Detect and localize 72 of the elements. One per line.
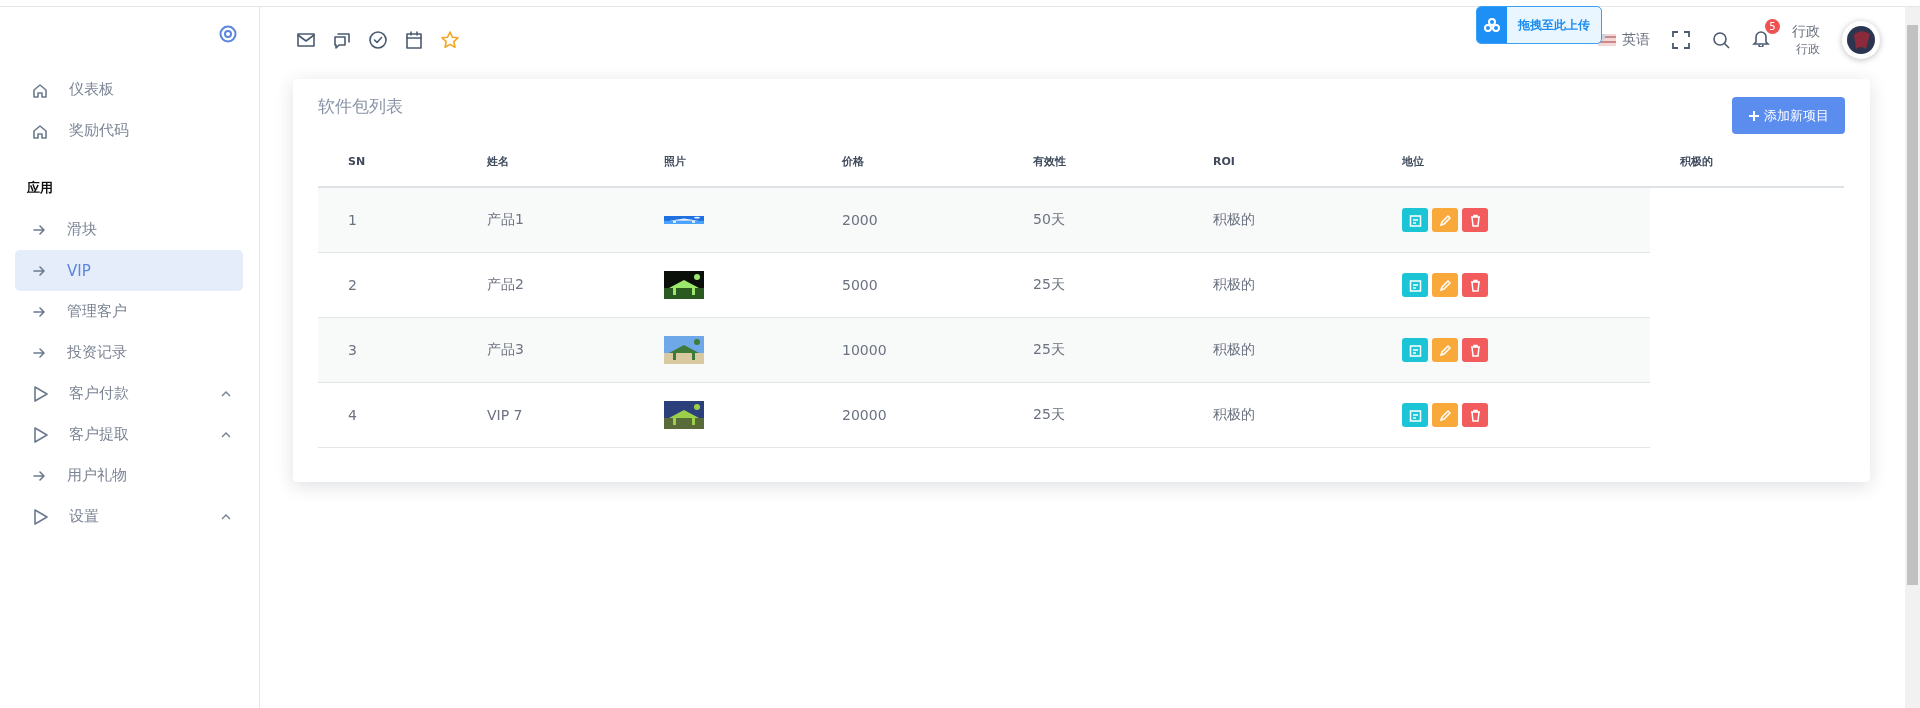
check-circle-icon[interactable] xyxy=(368,30,388,50)
sidebar-item[interactable]: 客户提取 xyxy=(15,414,243,455)
edit-button[interactable] xyxy=(1432,338,1458,362)
add-button[interactable]: 添加新项目 xyxy=(1732,97,1845,134)
table-cell: 产品1 xyxy=(457,188,634,253)
edit-button[interactable] xyxy=(1432,273,1458,297)
table-cell: 10000 xyxy=(812,318,1003,383)
trash-icon xyxy=(1468,213,1482,227)
table-cell: 积极的 xyxy=(1183,188,1372,253)
table-cell: 3 xyxy=(318,318,457,383)
play-icon xyxy=(31,384,49,403)
calendar-icon xyxy=(1408,278,1422,292)
sidebar-item[interactable]: 管理客户 xyxy=(15,291,243,332)
trash-icon xyxy=(1468,408,1482,422)
delete-button[interactable] xyxy=(1462,338,1488,362)
view-button[interactable] xyxy=(1402,273,1428,297)
avatar[interactable] xyxy=(1842,21,1880,59)
plus-icon xyxy=(1748,109,1760,122)
section-heading: 应用 xyxy=(26,179,54,197)
cloud-icon xyxy=(1483,17,1501,33)
star-icon[interactable] xyxy=(440,30,460,50)
calendar-icon[interactable] xyxy=(404,30,424,50)
view-button[interactable] xyxy=(1402,403,1428,427)
sidebar-item[interactable]: 奖励代码 xyxy=(15,110,243,151)
bell-icon[interactable] xyxy=(1752,29,1770,47)
sidebar-item[interactable]: 客户付款 xyxy=(15,373,243,414)
table-cell: 产品3 xyxy=(457,318,634,383)
play-icon xyxy=(31,507,49,526)
sidebar-item[interactable]: VIP xyxy=(15,250,243,291)
chat-icon[interactable] xyxy=(332,30,352,50)
edit-button[interactable] xyxy=(1432,403,1458,427)
user-name: 行政 xyxy=(1792,22,1820,41)
chevron-up-icon xyxy=(221,431,231,438)
sidebar-item[interactable]: 投资记录 xyxy=(15,332,243,373)
delete-button[interactable] xyxy=(1462,208,1488,232)
target-icon[interactable] xyxy=(219,25,237,43)
edit-button[interactable] xyxy=(1432,208,1458,232)
pencil-icon xyxy=(1438,343,1452,357)
view-button[interactable] xyxy=(1402,338,1428,362)
view-button[interactable] xyxy=(1402,208,1428,232)
delete-button[interactable] xyxy=(1462,273,1488,297)
table-cell: 25天 xyxy=(1003,318,1183,383)
table-cell: 50天 xyxy=(1003,188,1183,253)
play-icon xyxy=(31,425,49,444)
table-cell: 1 xyxy=(318,188,457,253)
language-label[interactable]: 英语 xyxy=(1622,31,1650,49)
pencil-icon xyxy=(1438,278,1452,292)
calendar-icon xyxy=(1408,343,1422,357)
sidebar-item[interactable]: 设置 xyxy=(15,496,243,537)
calendar-icon xyxy=(1408,213,1422,227)
chevron-up-icon xyxy=(221,513,231,520)
card-title: 软件包列表 xyxy=(318,95,403,118)
sidebar-item[interactable]: 用户礼物 xyxy=(15,455,243,496)
mail-icon[interactable] xyxy=(296,30,316,50)
user-role: 行政 xyxy=(1796,40,1820,58)
fullscreen-icon[interactable] xyxy=(1672,31,1690,49)
scrollbar[interactable] xyxy=(1905,7,1920,708)
search-icon[interactable] xyxy=(1712,31,1730,49)
sidebar-item[interactable]: 滑块 xyxy=(15,209,243,250)
notification-badge: 5 xyxy=(1765,19,1780,34)
calendar-icon xyxy=(1408,408,1422,422)
delete-button[interactable] xyxy=(1462,403,1488,427)
trash-icon xyxy=(1468,343,1482,357)
table-cell: 2000 xyxy=(812,188,1003,253)
chevron-up-icon xyxy=(221,390,231,397)
upload-overlay[interactable]: 拖拽至此上传 xyxy=(1476,6,1602,44)
pencil-icon xyxy=(1438,213,1452,227)
sidebar-item[interactable]: 仪表板 xyxy=(15,69,243,110)
table-cell: 积极的 xyxy=(1183,318,1372,383)
column-header: 积极的 xyxy=(1650,136,1844,188)
pencil-icon xyxy=(1438,408,1452,422)
trash-icon xyxy=(1468,278,1482,292)
